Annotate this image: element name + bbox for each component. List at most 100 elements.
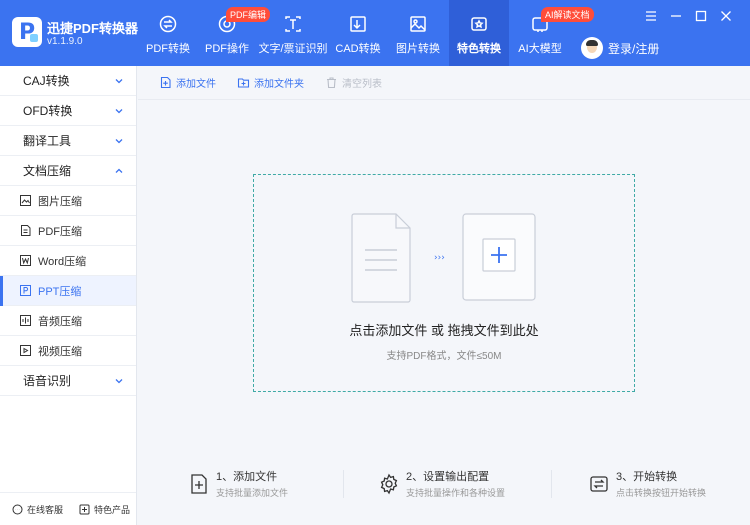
step-subtitle: 点击转换按钮开始转换	[616, 488, 707, 498]
main-area: ››› 点击添加文件 或 拖拽文件到此处 支持PDF格式，文件≤50M 1、添加…	[138, 99, 750, 525]
toolbar: 添加文件 添加文件夹 清空列表	[138, 66, 750, 99]
sidebar-item-label: PDF压缩	[38, 225, 82, 238]
nav-label: PDF操作	[205, 43, 249, 55]
nav-label: 文字/票证识别	[258, 43, 328, 55]
menu-icon[interactable]	[643, 8, 659, 24]
chevron-down-icon	[115, 79, 123, 84]
nav-special-convert[interactable]: 特色转换	[449, 0, 509, 66]
settings-gear-icon	[380, 473, 398, 495]
sidebar-item-label: PPT压缩	[38, 285, 82, 298]
online-service-label: 在线客服	[27, 504, 64, 515]
add-file-icon	[160, 76, 171, 89]
image-convert-icon	[410, 16, 426, 32]
sidebar-item-word-compress[interactable]: Word压缩	[0, 246, 136, 276]
sidebar-item-label: Word压缩	[38, 255, 87, 268]
audio-compress-icon	[20, 315, 31, 326]
add-file-button[interactable]: 添加文件	[159, 75, 216, 90]
avatar	[581, 37, 603, 59]
chevron-down-icon	[115, 379, 123, 384]
word-compress-icon	[20, 255, 31, 266]
special-products-button[interactable]: 特色产品	[79, 503, 130, 516]
pdf-compress-icon	[21, 225, 31, 236]
clear-list-button[interactable]: 清空列表	[325, 75, 382, 90]
clear-list-label: 清空列表	[342, 79, 382, 90]
nav-cad-convert[interactable]: CAD转换	[329, 0, 387, 66]
step-subtitle: 支持批量添加文件	[216, 488, 289, 498]
close-icon[interactable]	[718, 8, 734, 24]
title-bar: P 迅捷PDF转换器 v1.1.9.0 PDF转换 PDF编辑 PDF操作 文字…	[0, 0, 750, 66]
pdf-convert-icon	[159, 15, 177, 33]
sidebar-group-label: 文档压缩	[23, 164, 72, 178]
steps-bar: 1、添加文件 支持批量添加文件 2、设置输出配置 支持批量操作和各种设置 3、开…	[138, 466, 750, 502]
drop-illustration: ›››	[351, 213, 536, 303]
sidebar-group-ofd[interactable]: OFD转换	[0, 96, 136, 126]
app-logo-icon: P	[12, 17, 42, 47]
nav-image-convert[interactable]: 图片转换	[387, 0, 449, 66]
nav-label: PDF转换	[146, 43, 190, 55]
sidebar-footer: 在线客服 特色产品	[0, 492, 136, 525]
sidebar-group-label: OFD转换	[23, 104, 73, 118]
top-nav: PDF转换 PDF编辑 PDF操作 文字/票证识别 CAD转换 图片转换 特色转…	[139, 0, 594, 66]
chevron-down-icon	[115, 139, 123, 144]
minimize-icon[interactable]	[668, 8, 684, 24]
add-file-label: 添加文件	[176, 79, 216, 90]
convert-icon	[590, 476, 608, 492]
dropzone-title: 点击添加文件 或 拖拽文件到此处	[349, 323, 539, 338]
add-folder-label: 添加文件夹	[254, 79, 304, 90]
sidebar-group-speech[interactable]: 语音识别	[0, 366, 136, 396]
sidebar-group-caj[interactable]: CAJ转换	[0, 66, 136, 96]
sidebar-group-translate[interactable]: 翻译工具	[0, 126, 136, 156]
add-folder-icon	[237, 78, 250, 88]
login-button[interactable]: 登录/注册	[581, 37, 659, 59]
nav-label: 特色转换	[457, 43, 501, 55]
nav-label: AI大模型	[518, 43, 562, 55]
document-icon	[351, 213, 411, 303]
chevron-up-icon	[115, 168, 123, 173]
sidebar-item-pdf-compress[interactable]: PDF压缩	[0, 216, 136, 246]
arrows-icon: ›››	[434, 253, 445, 263]
step-title: 3、开始转换	[616, 471, 678, 483]
text-recognition-icon	[285, 16, 301, 32]
sidebar-group-label: CAJ转换	[23, 74, 70, 88]
dropzone-subtitle: 支持PDF格式，文件≤50M	[386, 351, 502, 362]
special-products-label: 特色产品	[94, 504, 131, 515]
add-folder-button[interactable]: 添加文件夹	[237, 75, 304, 90]
sidebar-item-label: 图片压缩	[38, 195, 82, 208]
step-divider	[343, 470, 344, 498]
video-compress-icon	[20, 345, 31, 356]
sidebar-item-image-compress[interactable]: 图片压缩	[0, 186, 136, 216]
cad-convert-icon	[350, 16, 366, 32]
ppt-compress-icon	[20, 285, 31, 296]
step-title: 2、设置输出配置	[406, 471, 490, 483]
nav-badge: AI解读文档	[541, 7, 594, 22]
chevron-down-icon	[115, 109, 123, 114]
nav-pdf-convert[interactable]: PDF转换	[139, 0, 197, 66]
nav-ai-model[interactable]: AI解读文档 AI大模型	[509, 0, 594, 66]
maximize-icon[interactable]	[693, 8, 709, 24]
step-subtitle: 支持批量操作和各种设置	[406, 488, 506, 498]
sidebar-item-label: 音频压缩	[38, 315, 82, 328]
image-compress-icon	[20, 195, 31, 206]
nav-pdf-operate[interactable]: PDF编辑 PDF操作	[197, 0, 271, 66]
login-label: 登录/注册	[608, 41, 660, 56]
step-divider	[551, 470, 552, 498]
online-service-button[interactable]: 在线客服	[12, 503, 63, 516]
nav-text-recognition[interactable]: 文字/票证识别	[257, 0, 329, 66]
file-dropzone[interactable]: ››› 点击添加文件 或 拖拽文件到此处 支持PDF格式，文件≤50M	[253, 174, 635, 392]
sidebar-group-label: 语音识别	[23, 374, 72, 388]
sidebar-item-ppt-compress[interactable]: PPT压缩	[0, 276, 136, 306]
sidebar-item-video-compress[interactable]: 视频压缩	[0, 336, 136, 366]
app-version: v1.1.9.0	[47, 36, 83, 47]
sidebar-item-label: 视频压缩	[38, 345, 82, 358]
chat-icon	[12, 504, 23, 514]
special-convert-icon	[471, 17, 487, 31]
sidebar: CAJ转换 OFD转换 翻译工具 文档压缩 图片压缩 PDF压缩 Word压缩 …	[0, 66, 137, 525]
sidebar-item-audio-compress[interactable]: 音频压缩	[0, 306, 136, 336]
sidebar-group-compress[interactable]: 文档压缩	[0, 156, 136, 186]
nav-label: CAD转换	[335, 43, 381, 55]
products-icon	[79, 504, 90, 514]
add-file-icon	[191, 474, 207, 494]
step-title: 1、添加文件	[216, 471, 278, 483]
trash-icon	[327, 77, 336, 89]
nav-label: 图片转换	[396, 43, 440, 55]
